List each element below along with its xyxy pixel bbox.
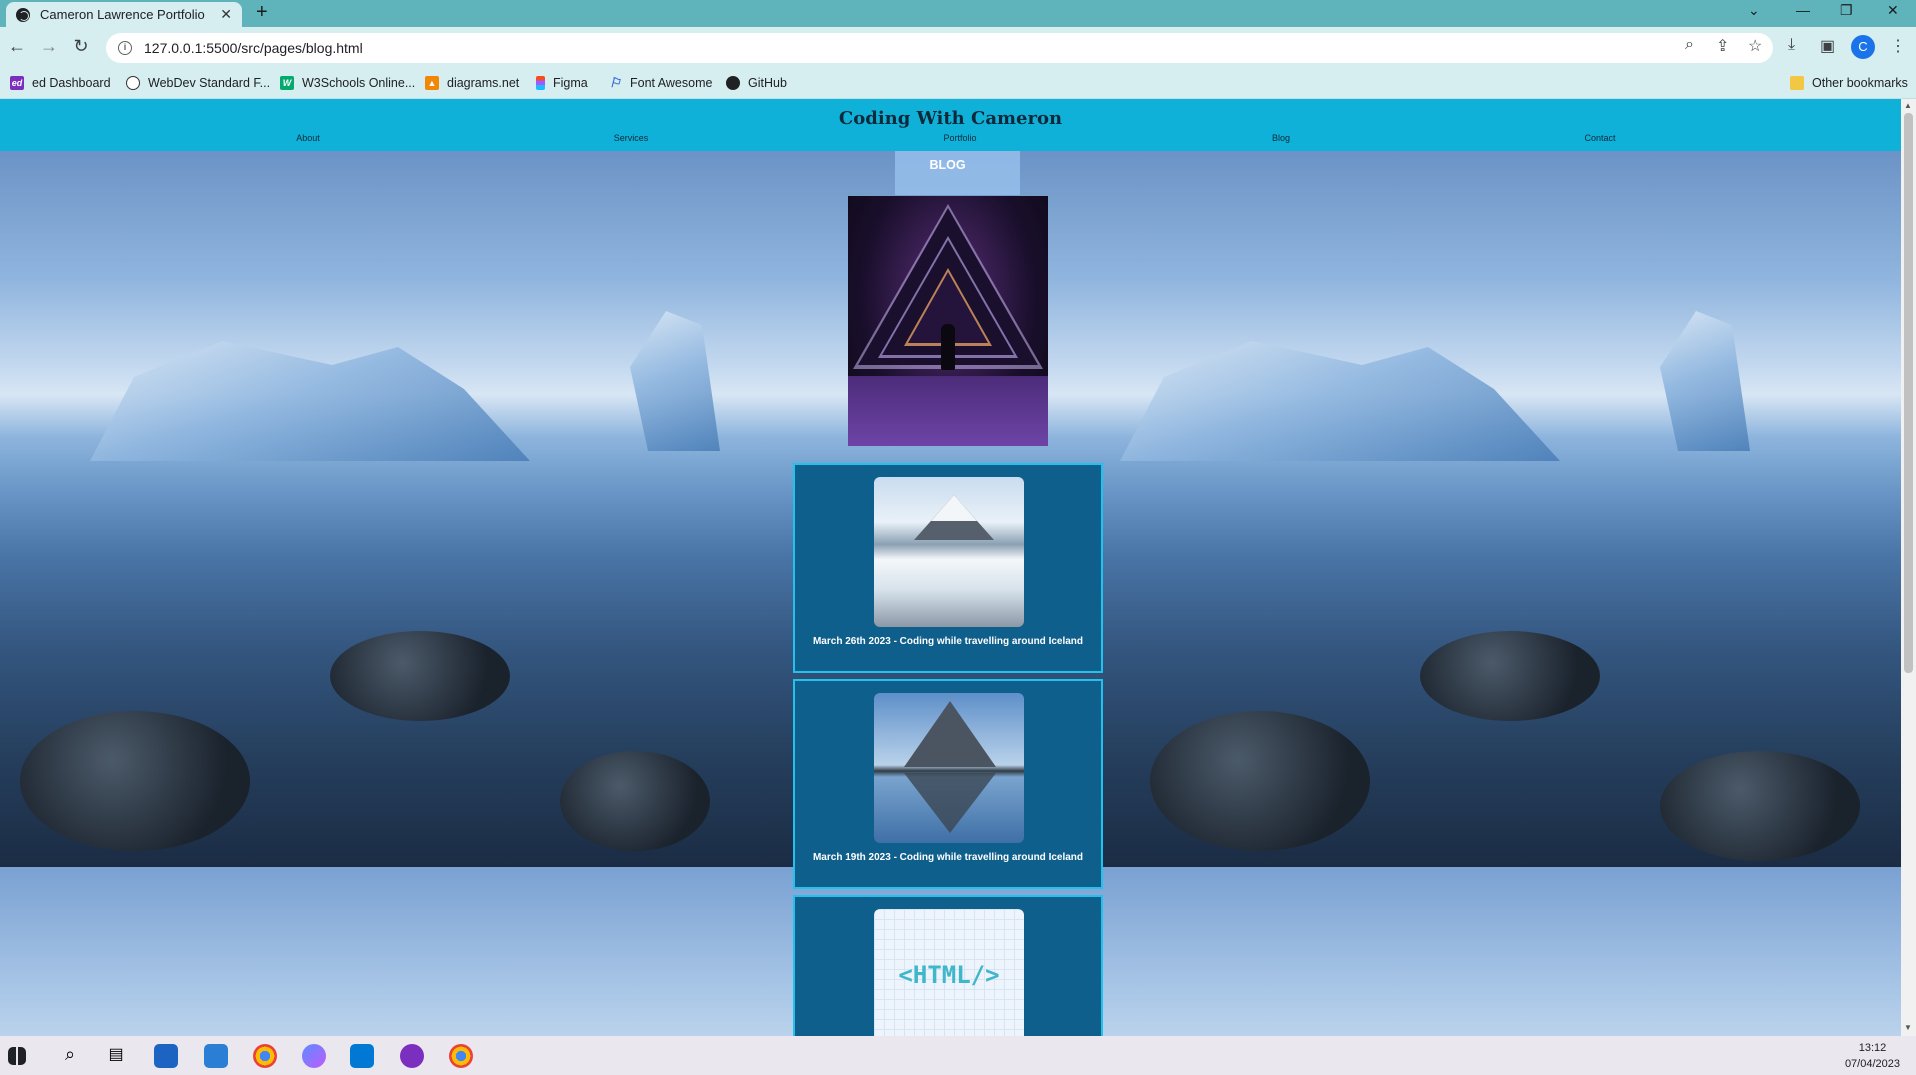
profile-avatar[interactable]: C xyxy=(1851,35,1875,59)
site-header: Coding With Cameron About Services Portf… xyxy=(0,99,1901,151)
github-favicon-icon xyxy=(16,7,30,22)
mountain-reflection xyxy=(904,773,996,833)
hero-neon-triangle-image xyxy=(848,196,1048,446)
snow-cap xyxy=(931,495,977,521)
scroll-down-icon[interactable]: ▼ xyxy=(1904,1023,1912,1032)
side-panel-icon[interactable]: ▣ xyxy=(1820,36,1835,56)
bookmark-webdev[interactable]: WebDev Standard F... xyxy=(126,76,270,90)
github-icon xyxy=(726,76,740,90)
blog-post-caption[interactable]: March 26th 2023 - Coding while travellin… xyxy=(795,636,1101,647)
mountain-peak xyxy=(904,701,996,767)
silhouette-person xyxy=(941,324,955,370)
zoom-icon[interactable]: ⌕ xyxy=(1685,36,1694,54)
scroll-up-icon[interactable]: ▲ xyxy=(1904,101,1912,110)
bookmark-diagrams[interactable]: ▲ diagrams.net xyxy=(425,76,519,90)
close-tab-icon[interactable]: ✕ xyxy=(220,6,232,23)
rock xyxy=(1420,631,1600,721)
new-tab-button[interactable]: + xyxy=(256,1,268,24)
search-icon[interactable]: ⌕ xyxy=(58,1044,82,1068)
task-view-icon[interactable]: ▤ xyxy=(104,1044,128,1068)
bookmark-ed-dashboard[interactable]: ed ed Dashboard xyxy=(10,76,111,90)
windows-start-icon[interactable] xyxy=(8,1047,26,1065)
iceberg-right xyxy=(1120,341,1560,461)
bookmark-figma[interactable]: Figma xyxy=(536,76,588,90)
menu-kebab-icon[interactable]: ⋮ xyxy=(1890,36,1906,56)
page-title: BLOG xyxy=(929,158,966,172)
folder-icon xyxy=(1790,76,1804,90)
browser-tab-strip: Cameron Lawrence Portfolio ✕ + ⌄ — ❐ ✕ xyxy=(0,0,1916,27)
site-brand: Coding With Cameron xyxy=(838,108,1063,129)
html-logo-thumbnail[interactable]: <HTML/> xyxy=(874,909,1024,1036)
bookmark-w3schools[interactable]: W W3Schools Online... xyxy=(280,76,415,90)
rock xyxy=(1150,711,1370,851)
blog-post-card[interactable]: March 26th 2023 - Coding while travellin… xyxy=(793,463,1103,673)
minimize-icon[interactable]: — xyxy=(1796,2,1810,18)
rock xyxy=(560,751,710,851)
forward-arrow-icon[interactable]: → xyxy=(38,36,60,57)
nav-about[interactable]: About xyxy=(296,133,320,143)
rock xyxy=(1660,751,1860,861)
window-close-icon[interactable]: ✕ xyxy=(1887,2,1899,19)
bookmark-star-icon[interactable]: ☆ xyxy=(1748,36,1762,56)
clock-date: 07/04/2023 xyxy=(1844,1058,1900,1070)
bookmark-github[interactable]: GitHub xyxy=(726,76,787,90)
reload-icon[interactable]: ↻ xyxy=(70,36,92,57)
rock xyxy=(20,711,250,851)
bookmarks-bar: ed ed Dashboard WebDev Standard F... W W3S… xyxy=(0,69,1916,99)
browser-tab[interactable]: Cameron Lawrence Portfolio ✕ xyxy=(6,2,242,27)
nav-services[interactable]: Services xyxy=(614,133,649,143)
hero-floor xyxy=(848,376,1048,446)
rock xyxy=(330,631,510,721)
page-scrollbar[interactable]: ▲ ▼ xyxy=(1901,99,1916,1036)
w3schools-icon: W xyxy=(280,76,294,90)
blog-post-caption[interactable]: March 19th 2023 - Coding while travellin… xyxy=(795,852,1101,863)
tab-title: Cameron Lawrence Portfolio xyxy=(40,7,205,22)
tab-search-icon[interactable]: ⌄ xyxy=(1748,2,1760,19)
bookmark-font-awesome[interactable]: ⚐ Font Awesome xyxy=(608,75,712,91)
chrome-active-icon[interactable] xyxy=(449,1044,473,1068)
kirkjufell-thumbnail[interactable] xyxy=(874,693,1024,843)
store-icon[interactable] xyxy=(154,1044,178,1068)
figma-icon xyxy=(536,76,545,90)
ice-spire-right xyxy=(1660,311,1750,451)
iceberg-left xyxy=(90,341,530,461)
scrollbar-thumb[interactable] xyxy=(1904,113,1913,673)
clock-time: 13:12 xyxy=(1858,1042,1887,1054)
windows-taskbar: ⌕ ▤ 13:12 07/04/2023 xyxy=(0,1036,1916,1075)
chrome-icon[interactable] xyxy=(253,1044,277,1068)
blog-post-card[interactable]: March 19th 2023 - Coding while travellin… xyxy=(793,679,1103,889)
mail-icon[interactable] xyxy=(204,1044,228,1068)
flag-icon: ⚐ xyxy=(609,75,621,90)
address-bar[interactable]: i 127.0.0.1:5500/src/pages/blog.html xyxy=(106,33,1773,63)
nav-portfolio[interactable]: Portfolio xyxy=(943,133,976,143)
system-clock[interactable]: 13:12 07/04/2023 xyxy=(1845,1040,1900,1072)
back-arrow-icon[interactable]: ← xyxy=(6,36,28,57)
page-viewport: Coding With Cameron About Services Portf… xyxy=(0,99,1901,1036)
discord-icon[interactable] xyxy=(400,1044,424,1068)
other-bookmarks[interactable]: Other bookmarks xyxy=(1790,76,1908,90)
blog-post-card[interactable]: <HTML/> xyxy=(793,895,1103,1036)
ice-spire-left xyxy=(630,311,720,451)
nav-blog[interactable]: Blog xyxy=(1272,133,1290,143)
url-text: 127.0.0.1:5500/src/pages/blog.html xyxy=(144,40,363,56)
diagrams-icon: ▲ xyxy=(425,76,439,90)
site-info-icon[interactable]: i xyxy=(118,41,132,55)
ed-icon: ed xyxy=(10,76,24,90)
share-icon[interactable]: ⇪ xyxy=(1716,36,1729,56)
nav-contact[interactable]: Contact xyxy=(1584,133,1615,143)
snowy-mountain-thumbnail[interactable] xyxy=(874,477,1024,627)
download-icon[interactable]: ⤓ xyxy=(1788,36,1795,54)
vscode-icon[interactable] xyxy=(350,1044,374,1068)
webdev-icon xyxy=(126,76,140,90)
browser-toolbar: ← → ↻ i 127.0.0.1:5500/src/pages/blog.ht… xyxy=(0,27,1916,69)
html-logo-text: <HTML/> xyxy=(898,961,1000,989)
copilot-icon[interactable] xyxy=(302,1044,326,1068)
restore-icon[interactable]: ❐ xyxy=(1840,2,1853,19)
